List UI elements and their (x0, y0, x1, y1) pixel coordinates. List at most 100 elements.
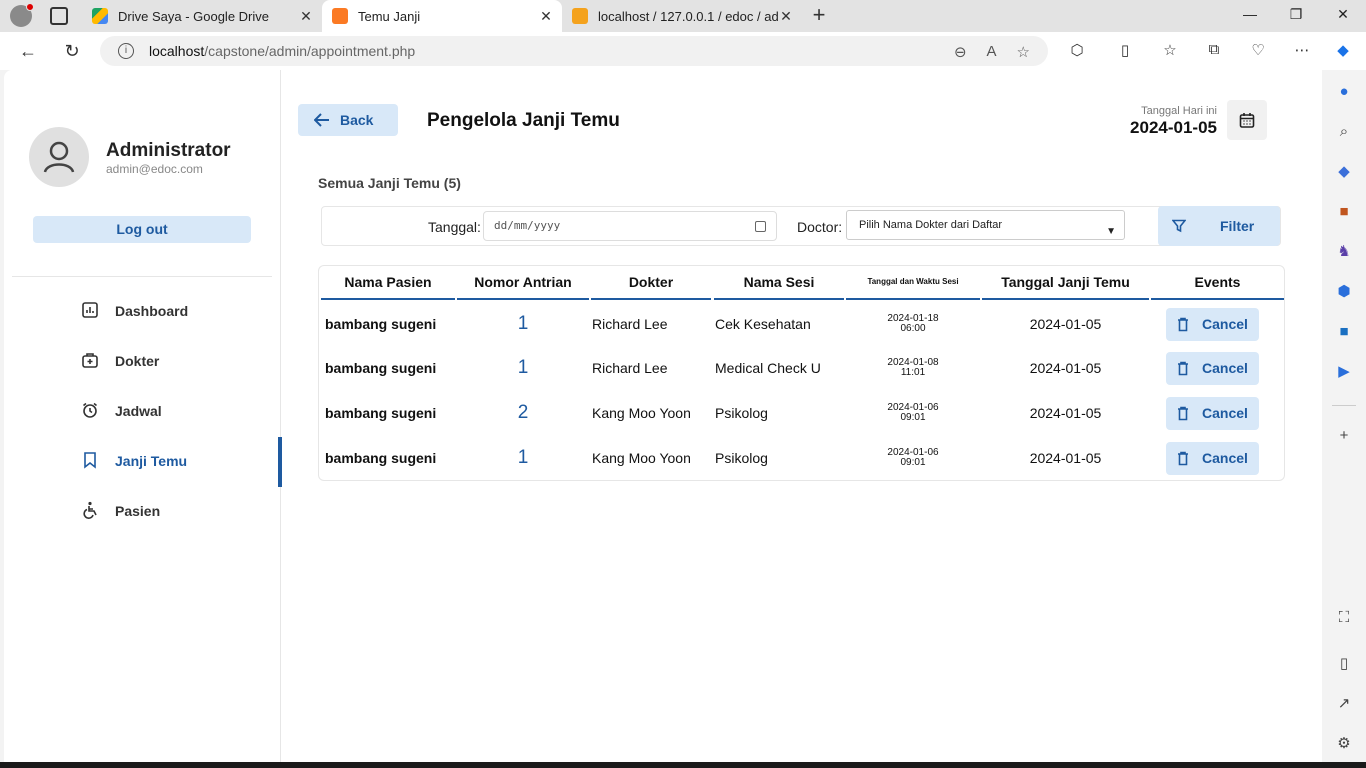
patient-name: bambang sugeni (325, 316, 437, 332)
cancel-button[interactable]: Cancel (1166, 308, 1259, 341)
favorite-star-icon[interactable]: ☆ (1017, 43, 1030, 61)
close-tab-icon[interactable]: ✕ (778, 8, 794, 24)
session-datetime: 2024-01-18 06:00 (887, 313, 939, 334)
appointments-table: Nama Pasien Nomor Antrian Dokter Nama Se… (318, 265, 1285, 481)
collections-icon[interactable]: ⧉ (1204, 41, 1224, 61)
restore-icon[interactable]: ❐ (1286, 6, 1306, 23)
games-icon[interactable]: ♞ (1334, 242, 1354, 262)
sidebar-item-label: Janji Temu (115, 453, 188, 469)
browser-tab-drive[interactable]: Drive Saya - Google Drive ✕ (82, 0, 322, 32)
sidebar: Administrator admin@edoc.com Log out Das… (4, 70, 282, 762)
page-title: Pengelola Janji Temu (427, 110, 620, 131)
more-menu-icon[interactable]: ⋯ (1292, 41, 1312, 61)
external-link-icon[interactable]: ↗ (1334, 694, 1354, 714)
new-tab-icon[interactable]: + (808, 4, 830, 26)
column-header: Dokter (591, 266, 711, 300)
date-placeholder: dd/mm/yyyy (494, 219, 561, 232)
wheelchair-icon (83, 501, 97, 519)
doctor-select[interactable]: Pilih Nama Dokter dari Daftar ▼ (846, 210, 1125, 240)
calendar-icon[interactable] (755, 221, 766, 232)
bookmark-icon (84, 452, 96, 469)
refresh-icon[interactable]: ↻ (61, 40, 83, 62)
address-bar-row: ← ↻ i localhost/capstone/admin/appointme… (0, 32, 1366, 70)
date-filter-label: Tanggal: (428, 219, 481, 235)
trash-icon (1178, 406, 1188, 421)
table-row: bambang sugeni 2 Kang Moo Yoon Psikolog … (319, 391, 1286, 435)
logout-button[interactable]: Log out (33, 216, 251, 243)
browser-tab-bar: Drive Saya - Google Drive ✕ Temu Janji ✕… (0, 0, 1366, 32)
appointment-date: 2024-01-05 (1029, 360, 1102, 376)
back-arrow-icon[interactable]: ← (17, 40, 39, 62)
table-row: bambang sugeni 1 Kang Moo Yoon Psikolog … (319, 436, 1286, 480)
edge-divider (1332, 405, 1356, 406)
performance-icon[interactable]: ♡ (1248, 41, 1268, 61)
arrow-left-icon (314, 113, 329, 127)
extensions-icon[interactable]: ⬡ (1067, 41, 1087, 61)
browser-tab-phpmyadmin[interactable]: localhost / 127.0.0.1 / edoc / adm ✕ (562, 0, 802, 32)
profile-icon[interactable] (10, 3, 34, 27)
sidebar-item-jadwal[interactable]: Jadwal (4, 387, 281, 435)
edge-sidebar: ● ⌕ ◆ ■ ♞ ⬢ ■ ▶ + ⛶ ▯ ↗ ⚙ (1322, 70, 1366, 762)
sidebar-item-label: Dashboard (115, 303, 189, 319)
minimize-icon[interactable]: — (1240, 6, 1260, 22)
admin-name: Administrator (106, 140, 231, 161)
microsoft-365-icon[interactable]: ⬢ (1334, 282, 1354, 302)
today-date-label: Tanggal Hari ini (1141, 105, 1217, 117)
doctor-select-value: Pilih Nama Dokter dari Daftar (859, 219, 1003, 231)
shopping-tag-icon[interactable]: ◆ (1334, 162, 1354, 182)
appointment-date: 2024-01-05 (1029, 450, 1102, 466)
zoom-icon[interactable]: ⊖ (954, 43, 967, 61)
cancel-button[interactable]: Cancel (1166, 397, 1259, 430)
split-screen-icon[interactable]: ▯ (1115, 41, 1135, 61)
close-tab-icon[interactable]: ✕ (298, 8, 314, 24)
doctor-name: Richard Lee (592, 316, 668, 332)
tab-title: Temu Janji (358, 8, 421, 24)
sidebar-item-label: Pasien (115, 503, 161, 519)
session-datetime: 2024-01-06 09:01 (887, 402, 939, 423)
close-window-icon[interactable]: ✕ (1333, 6, 1353, 23)
url-field[interactable]: i localhost/capstone/admin/appointment.p… (100, 36, 1048, 66)
sidebar-item-dokter[interactable]: Dokter (4, 337, 281, 385)
outlook-icon[interactable]: ■ (1334, 322, 1354, 342)
bell-icon[interactable]: ● (1334, 82, 1354, 102)
trash-icon (1178, 361, 1188, 376)
table-row: bambang sugeni 1 Richard Lee Medical Che… (319, 346, 1286, 390)
tab-actions-icon[interactable] (50, 7, 68, 25)
search-icon[interactable]: ⌕ (1334, 122, 1354, 142)
xampp-icon (332, 8, 348, 24)
tools-icon[interactable]: ■ (1334, 202, 1354, 222)
sidebar-item-pasien[interactable]: Pasien (4, 487, 281, 535)
queue-number: 1 (517, 447, 529, 468)
calendar-button[interactable] (1227, 100, 1267, 140)
browser-tab-temu-janji[interactable]: Temu Janji ✕ (322, 0, 562, 32)
column-header: Tanggal dan Waktu Sesi (846, 266, 980, 300)
main-content: Back Pengelola Janji Temu Tanggal Hari i… (281, 70, 1322, 762)
google-drive-icon (92, 8, 108, 24)
info-icon[interactable]: i (118, 43, 134, 59)
add-icon[interactable]: + (1334, 426, 1354, 446)
sidebar-toggle-icon[interactable]: ▯ (1334, 654, 1354, 674)
date-filter-input[interactable]: dd/mm/yyyy (483, 211, 777, 241)
sidebar-item-label: Jadwal (115, 403, 162, 419)
screenshot-icon[interactable]: ⛶ (1334, 608, 1354, 628)
drop-icon[interactable]: ▶ (1334, 362, 1354, 382)
sidebar-item-janji-temu[interactable]: Janji Temu (4, 437, 282, 487)
close-tab-icon[interactable]: ✕ (538, 8, 554, 24)
notification-dot (26, 3, 34, 11)
calendar-icon (1239, 113, 1255, 128)
favorites-icon[interactable]: ☆ (1160, 41, 1180, 61)
cancel-button[interactable]: Cancel (1166, 352, 1259, 385)
back-button[interactable]: Back (298, 104, 398, 136)
cancel-button[interactable]: Cancel (1166, 442, 1259, 475)
sidebar-divider (12, 276, 272, 277)
doctor-name: Kang Moo Yoon (592, 405, 691, 421)
phpmyadmin-icon (572, 8, 588, 24)
filter-button[interactable]: Filter (1158, 206, 1280, 246)
queue-number: 1 (517, 313, 529, 334)
read-aloud-icon[interactable]: A (987, 43, 997, 61)
settings-gear-icon[interactable]: ⚙ (1334, 734, 1354, 754)
session-name: Psikolog (715, 450, 768, 466)
copilot-icon[interactable]: ◆ (1333, 41, 1353, 61)
back-button-label: Back (340, 112, 374, 128)
sidebar-item-dashboard[interactable]: Dashboard (4, 287, 281, 335)
